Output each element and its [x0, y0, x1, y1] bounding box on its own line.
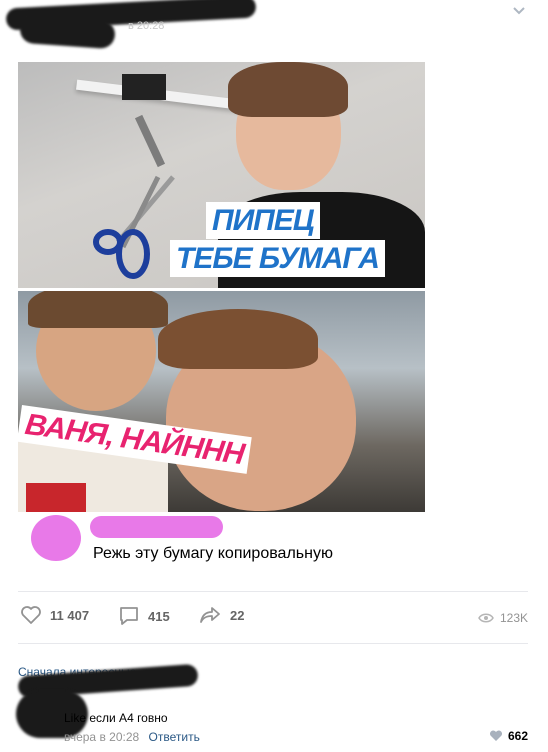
- censored-avatar: [31, 515, 81, 561]
- share-button[interactable]: 22: [198, 605, 244, 625]
- comment-like-button[interactable]: 662: [489, 729, 528, 743]
- separator: [18, 591, 528, 592]
- meme-caption-top-line1: ПИПЕЦ: [206, 202, 320, 239]
- comment-time: вчера в 20:28: [64, 730, 140, 744]
- like-button[interactable]: 11 407: [20, 605, 89, 625]
- share-arrow-icon: [200, 607, 220, 623]
- shares-count: 22: [230, 607, 245, 623]
- comments-count: 415: [148, 608, 170, 624]
- eye-icon: [478, 613, 494, 623]
- meme-panel-bottom: ВАНЯ, НАЙННН: [18, 291, 425, 512]
- views-counter: 123K: [478, 611, 528, 625]
- chevron-down-icon[interactable]: [512, 6, 526, 16]
- censored-name: [90, 516, 223, 538]
- heart-icon: [489, 730, 502, 741]
- meme-caption-top-line2: ТЕБЕ БУМАГА: [170, 240, 385, 277]
- reply-button[interactable]: Ответить: [149, 730, 200, 744]
- comment-text: Like если А4 говно: [64, 711, 168, 725]
- comment-icon: [120, 607, 138, 625]
- comment-button[interactable]: 415: [118, 605, 170, 627]
- meme-image[interactable]: ПИПЕЦ ТЕБЕ БУМАГА ВАНЯ, НАЙННН: [18, 62, 425, 512]
- comment-meta: вчера в 20:28 Ответить: [64, 730, 200, 744]
- likes-count: 11 407: [50, 607, 90, 623]
- separator: [18, 643, 528, 644]
- meme-panel-top: ПИПЕЦ ТЕБЕ БУМАГА: [18, 62, 425, 288]
- post-comment-caption: Режь эту бумагу копировальную: [93, 545, 333, 562]
- author-scribble-2: [19, 14, 116, 50]
- views-count: 123K: [499, 611, 528, 625]
- comment-likes-count: 662: [507, 729, 528, 743]
- heart-icon: [21, 606, 41, 624]
- post-time: в 20:28: [128, 20, 165, 32]
